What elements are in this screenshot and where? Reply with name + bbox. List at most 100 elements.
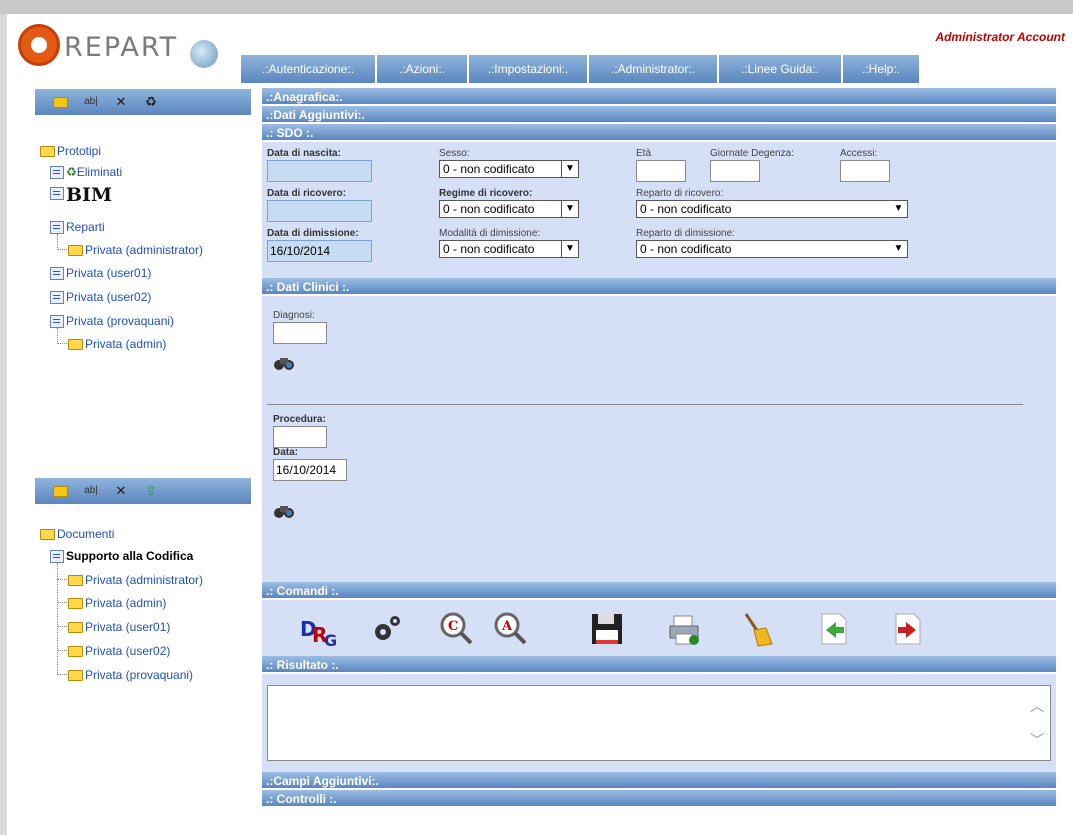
- tree2-toolbar: ab| ✕ ⇧: [35, 478, 251, 504]
- data-ricovero-input[interactable]: [267, 200, 372, 222]
- section-anagrafica[interactable]: .:Anagrafica:.: [262, 88, 1056, 106]
- reparto-dimissione-label: Reparto di dimissione:: [636, 228, 735, 239]
- tree-item-doc-privata-provaquani[interactable]: Privata (provaquani): [68, 668, 193, 682]
- regime-ricovero-label: Regime di ricovero:: [439, 188, 533, 199]
- chevron-down-icon: ▼: [561, 161, 578, 177]
- delete-icon[interactable]: ✕: [113, 95, 129, 109]
- menu-help[interactable]: .:Help:.: [843, 55, 921, 83]
- save-icon[interactable]: [588, 610, 626, 648]
- data-nascita-label: Data di nascita:: [267, 148, 341, 159]
- reparto-dimissione-select[interactable]: 0 - non codificato ▼: [636, 240, 908, 258]
- data-ricovero-label: Data di ricovero:: [267, 188, 346, 199]
- data-procedura-input[interactable]: 16/10/2014: [273, 459, 347, 481]
- tree-item-reparti[interactable]: Reparti: [50, 220, 105, 235]
- search-c-icon[interactable]: C: [438, 610, 476, 648]
- tree-item-doc-privata-user01[interactable]: Privata (user01): [68, 620, 170, 634]
- section-risultato[interactable]: .: Risultato :.: [262, 656, 1056, 674]
- section-dati-clinici[interactable]: .: Dati Clinici :.: [262, 278, 1056, 296]
- chevron-down-icon: ▼: [893, 203, 904, 214]
- broom-icon[interactable]: [738, 610, 776, 648]
- rename-icon[interactable]: ab|: [83, 95, 99, 109]
- tree-item-bim[interactable]: BIM: [50, 184, 112, 206]
- sesso-select[interactable]: 0 - non codificato ▼: [439, 160, 579, 178]
- sesso-label: Sesso:: [439, 148, 470, 159]
- section-comandi[interactable]: .: Comandi :.: [262, 582, 1056, 600]
- section-controlli[interactable]: .: Controlli :.: [262, 790, 1056, 808]
- modalita-dimissione-label: Modalità di dimissione:: [439, 228, 541, 239]
- chevron-down-icon: ▼: [561, 201, 578, 217]
- tree-item-doc-privata-user02[interactable]: Privata (user02): [68, 644, 170, 658]
- drg-icon[interactable]: DRG: [298, 610, 337, 650]
- eta-input[interactable]: [636, 160, 686, 182]
- scroll-down-icon[interactable]: ﹀: [1030, 730, 1044, 750]
- menu-autenticazione[interactable]: .:Autenticazione:.: [241, 55, 377, 83]
- tree-item-doc-privata-admin[interactable]: Privata (admin): [68, 596, 166, 610]
- modalita-dimissione-select[interactable]: 0 - non codificato ▼: [439, 240, 579, 258]
- new-folder-icon[interactable]: [53, 484, 69, 498]
- tree-item-privata-administrator[interactable]: Privata (administrator): [68, 243, 203, 257]
- giornate-degenza-input[interactable]: [710, 160, 760, 182]
- main-menu: .:Autenticazione:. .:Azioni:. .:Impostaz…: [241, 55, 921, 83]
- tree1-toolbar: ab| ✕ ♻: [35, 89, 251, 115]
- binoculars-icon[interactable]: [273, 502, 295, 520]
- procedura-input[interactable]: [273, 426, 327, 448]
- forward-arrow-icon[interactable]: [888, 610, 926, 648]
- tree-item-supporto-codifica[interactable]: Supporto alla Codifica: [50, 549, 193, 564]
- svg-text:A: A: [501, 619, 513, 634]
- menu-impostazioni[interactable]: .:Impostazioni:.: [469, 55, 589, 83]
- new-folder-icon[interactable]: [53, 95, 69, 109]
- data-dimissione-input[interactable]: 16/10/2014: [267, 240, 372, 262]
- tree-item-privata-admin[interactable]: Privata (admin): [68, 337, 166, 351]
- tree-root-documenti[interactable]: Documenti: [40, 527, 114, 541]
- reparto-ricovero-label: Reparto di ricovero:: [636, 188, 724, 199]
- search-a-icon[interactable]: A: [492, 610, 530, 648]
- menu-linee-guida[interactable]: .:Linee Guida:.: [719, 55, 843, 83]
- diagnosi-input[interactable]: [273, 322, 327, 344]
- gears-icon[interactable]: [368, 610, 406, 648]
- svg-text:C: C: [448, 619, 458, 634]
- tree-item-privata-user02[interactable]: Privata (user02): [50, 290, 151, 305]
- comandi-panel: DRG C A: [262, 600, 1056, 656]
- rename-icon[interactable]: ab|: [83, 484, 99, 498]
- scroll-up-icon[interactable]: ︿: [1030, 696, 1044, 716]
- data-nascita-input[interactable]: [267, 160, 372, 182]
- svg-text:G: G: [324, 631, 337, 648]
- print-icon[interactable]: [666, 610, 704, 648]
- eta-label: Età: [636, 148, 652, 159]
- sdo-panel: Data di nascita: Sesso: 0 - non codifica…: [262, 142, 1056, 278]
- regime-ricovero-select[interactable]: 0 - non codificato ▼: [439, 200, 579, 218]
- account-label[interactable]: Administrator Account: [935, 30, 1065, 44]
- tree-item-privata-provaquani[interactable]: Privata (provaquani): [50, 314, 174, 329]
- reparto-ricovero-select[interactable]: 0 - non codificato ▼: [636, 200, 908, 218]
- risultato-panel: ︿ ﹀: [262, 674, 1056, 772]
- logo-text: REPART: [64, 32, 179, 63]
- procedura-label: Procedura:: [273, 414, 326, 425]
- main-content: .:Anagrafica:. .:Dati Aggiuntivi:. .: SD…: [262, 88, 1056, 808]
- tree-item-doc-privata-administrator[interactable]: Privata (administrator): [68, 573, 203, 587]
- tree-item-eliminati[interactable]: ♻Eliminati: [50, 165, 122, 180]
- section-sdo[interactable]: .: SDO :.: [262, 124, 1056, 142]
- section-dati-aggiuntivi[interactable]: .:Dati Aggiuntivi:.: [262, 106, 1056, 124]
- back-arrow-icon[interactable]: [814, 610, 852, 648]
- section-campi-aggiuntivi[interactable]: .:Campi Aggiuntivi:.: [262, 772, 1056, 790]
- tree-root-prototipi[interactable]: Prototipi: [40, 144, 101, 158]
- top-border: [0, 0, 1073, 14]
- giornate-degenza-label: Giornate Degenza:: [710, 148, 794, 159]
- app-logo: REPART: [18, 24, 238, 74]
- accessi-input[interactable]: [840, 160, 890, 182]
- binoculars-icon[interactable]: [273, 354, 295, 372]
- risultato-textarea[interactable]: ︿ ﹀: [267, 685, 1051, 761]
- chevron-down-icon: ▼: [561, 241, 578, 257]
- upload-icon[interactable]: ⇧: [143, 484, 159, 498]
- recycle-icon[interactable]: ♻: [143, 95, 159, 109]
- data-dimissione-label: Data di dimissione:: [267, 228, 359, 239]
- menu-administrator[interactable]: .:Administrator:.: [589, 55, 719, 83]
- data-procedura-label: Data:: [273, 447, 299, 458]
- tree-item-privata-user01[interactable]: Privata (user01): [50, 266, 151, 281]
- menu-azioni[interactable]: .:Azioni:.: [377, 55, 469, 83]
- delete-icon[interactable]: ✕: [113, 484, 129, 498]
- globe-icon: [190, 40, 218, 68]
- logo-q-icon: [18, 24, 60, 66]
- bim-logo: BIM: [66, 184, 112, 206]
- dati-clinici-panel: Diagnosi: Procedura: Data: 16/10/2014: [262, 296, 1056, 582]
